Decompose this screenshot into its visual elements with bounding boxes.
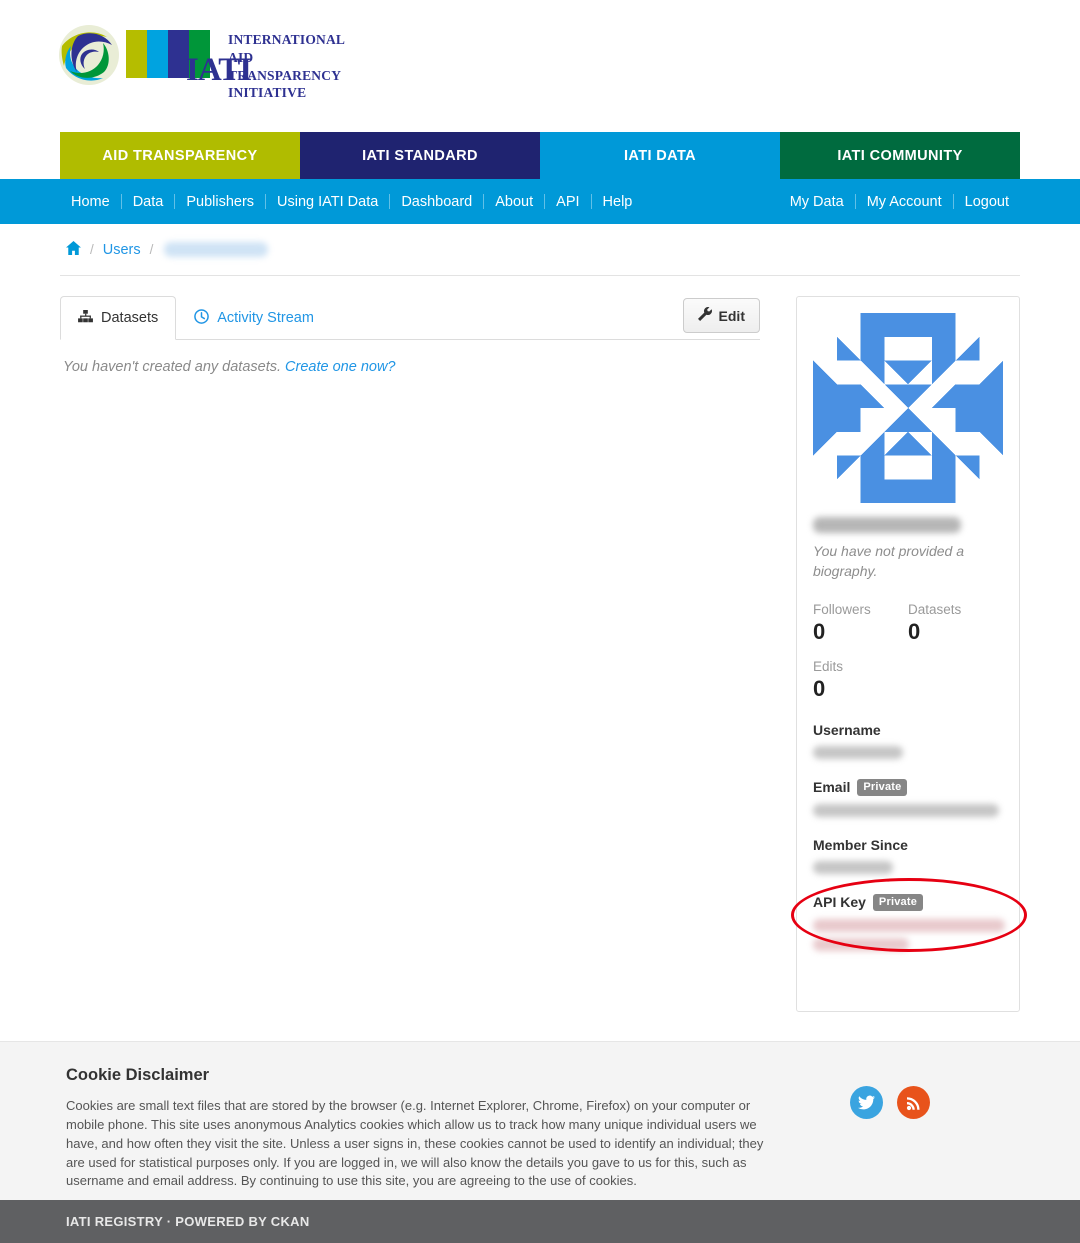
edit-button-label: Edit	[718, 307, 745, 324]
breadcrumb-separator-1: /	[90, 242, 94, 257]
stats-row-primary: Followers 0 Datasets 0	[813, 602, 1003, 645]
field-member-since-label-text: Member Since	[813, 836, 908, 853]
field-api-key-label: API Key Private	[813, 893, 1003, 911]
field-email-label: Email Private	[813, 778, 1003, 796]
twitter-icon[interactable]	[850, 1086, 883, 1119]
nav-item-data[interactable]: Data	[122, 194, 175, 210]
field-email-label-text: Email	[813, 779, 851, 796]
wrench-icon	[697, 306, 712, 324]
field-member-since-label: Member Since	[813, 837, 1003, 853]
profile-sidebar: You have not provided a biography. Follo…	[791, 296, 1027, 1012]
bottom-bar: IATI REGISTRY · POWERED BY CKAN	[0, 1200, 1080, 1243]
main-column: Datasets Activity Stream Edit You haven'…	[60, 296, 760, 1012]
cookie-disclaimer-body: Cookies are small text files that are st…	[66, 1098, 764, 1189]
cookie-disclaimer-title: Cookie Disclaimer	[66, 1066, 210, 1084]
field-username: Username	[813, 722, 1003, 759]
nav-item-api[interactable]: API	[545, 194, 590, 210]
field-member-since-value-redacted	[813, 860, 893, 874]
identicon-avatar-icon	[813, 313, 1003, 503]
nav-item-dashboard[interactable]: Dashboard	[390, 194, 483, 210]
empty-message-text: You haven't created any datasets.	[63, 359, 282, 375]
stat-edits-label: Edits	[813, 658, 844, 674]
primary-nav-iati-standard[interactable]: IATI STANDARD	[300, 132, 540, 179]
api-key-private-badge: Private	[872, 893, 924, 911]
stat-datasets-label: Datasets	[908, 601, 962, 617]
breadcrumb-current-user-redacted	[164, 242, 269, 257]
field-username-label-text: Username	[813, 721, 881, 738]
datasets-empty-message: You haven't created any datasets. Create…	[60, 359, 760, 375]
bottom-bar-text: IATI REGISTRY · POWERED BY CKAN	[66, 1214, 310, 1229]
tab-activity-stream-label: Activity Stream	[217, 310, 314, 326]
sitemap-icon	[78, 309, 93, 327]
field-api-key: API Key Private	[791, 877, 1027, 952]
primary-nav-iati-community[interactable]: IATI COMMUNITY	[780, 132, 1020, 179]
breadcrumb-separator-2: /	[149, 242, 154, 257]
tab-activity-stream[interactable]: Activity Stream	[176, 296, 332, 340]
stats-row-secondary: Edits 0	[813, 659, 1003, 702]
create-dataset-link[interactable]: Create one now?	[285, 359, 395, 375]
masthead: IATI INTERNATIONAL AID TRANSPARENCY INIT…	[0, 0, 1080, 120]
secondary-nav-right-group: My Data My Account Logout	[779, 194, 1020, 210]
social-links	[850, 1086, 930, 1191]
primary-nav-iati-data[interactable]: IATI DATA	[540, 132, 780, 179]
nav-item-using-iati-data[interactable]: Using IATI Data	[266, 194, 389, 210]
field-username-label: Username	[813, 722, 1003, 738]
field-email: Email Private	[813, 778, 1003, 817]
footer: Cookie Disclaimer Cookies are small text…	[0, 1041, 1080, 1200]
tab-bar: Datasets Activity Stream Edit	[60, 296, 760, 340]
nav-item-logout[interactable]: Logout	[954, 194, 1020, 210]
org-name-line-1: INTERNATIONAL	[228, 32, 346, 47]
nav-item-home[interactable]: Home	[60, 194, 121, 210]
site-logo[interactable]: IATI INTERNATIONAL AID TRANSPARENCY INIT…	[58, 22, 345, 102]
secondary-navigation: Home Data Publishers Using IATI Data Das…	[0, 179, 1080, 224]
nav-item-publishers[interactable]: Publishers	[175, 194, 265, 210]
cookie-disclaimer: Cookie Disclaimer Cookies are small text…	[66, 1066, 766, 1191]
profile-display-name-redacted	[813, 517, 961, 533]
stat-followers-value: 0	[813, 618, 826, 644]
edit-button[interactable]: Edit	[682, 298, 760, 333]
field-member-since: Member Since	[813, 837, 1003, 874]
nav-item-help[interactable]: Help	[592, 194, 644, 210]
nav-item-my-data[interactable]: My Data	[779, 194, 855, 210]
iati-acronym: IATI	[186, 52, 252, 88]
primary-navigation: AID TRANSPARENCY IATI STANDARD IATI DATA…	[60, 132, 1020, 179]
home-icon[interactable]	[66, 241, 81, 258]
page-content: / Users / Datasets Activity Stream Edit …	[0, 224, 1080, 1041]
field-api-key-value-redacted-2	[813, 937, 909, 951]
clock-icon	[194, 308, 210, 328]
tab-datasets-label: Datasets	[101, 310, 159, 326]
field-username-value-redacted	[813, 745, 903, 759]
breadcrumb: / Users /	[60, 224, 1020, 276]
profile-biography: You have not provided a biography.	[813, 543, 965, 580]
email-private-badge: Private	[857, 778, 908, 796]
nav-item-about[interactable]: About	[484, 194, 544, 210]
primary-nav-aid-transparency[interactable]: AID TRANSPARENCY	[60, 132, 300, 179]
tab-datasets[interactable]: Datasets	[60, 296, 177, 340]
field-email-value-redacted	[813, 803, 999, 817]
rss-icon[interactable]	[897, 1086, 930, 1119]
stat-edits-value: 0	[813, 675, 826, 701]
profile-card: You have not provided a biography. Follo…	[791, 296, 1027, 1012]
stat-datasets: Datasets 0	[908, 602, 1003, 645]
stat-datasets-value: 0	[908, 618, 921, 644]
breadcrumb-users-link[interactable]: Users	[103, 242, 141, 258]
stat-followers: Followers 0	[813, 602, 908, 645]
stat-followers-label: Followers	[813, 601, 871, 617]
field-api-key-label-text: API Key	[813, 894, 866, 911]
secondary-nav-left-group: Home Data Publishers Using IATI Data Das…	[60, 194, 643, 210]
iati-globe-logo-icon	[58, 24, 120, 86]
stat-edits: Edits 0	[813, 659, 909, 702]
field-api-key-value-redacted	[813, 918, 1005, 932]
profile-stats: Followers 0 Datasets 0 Edits 0	[813, 602, 1003, 702]
nav-item-my-account[interactable]: My Account	[856, 194, 953, 210]
